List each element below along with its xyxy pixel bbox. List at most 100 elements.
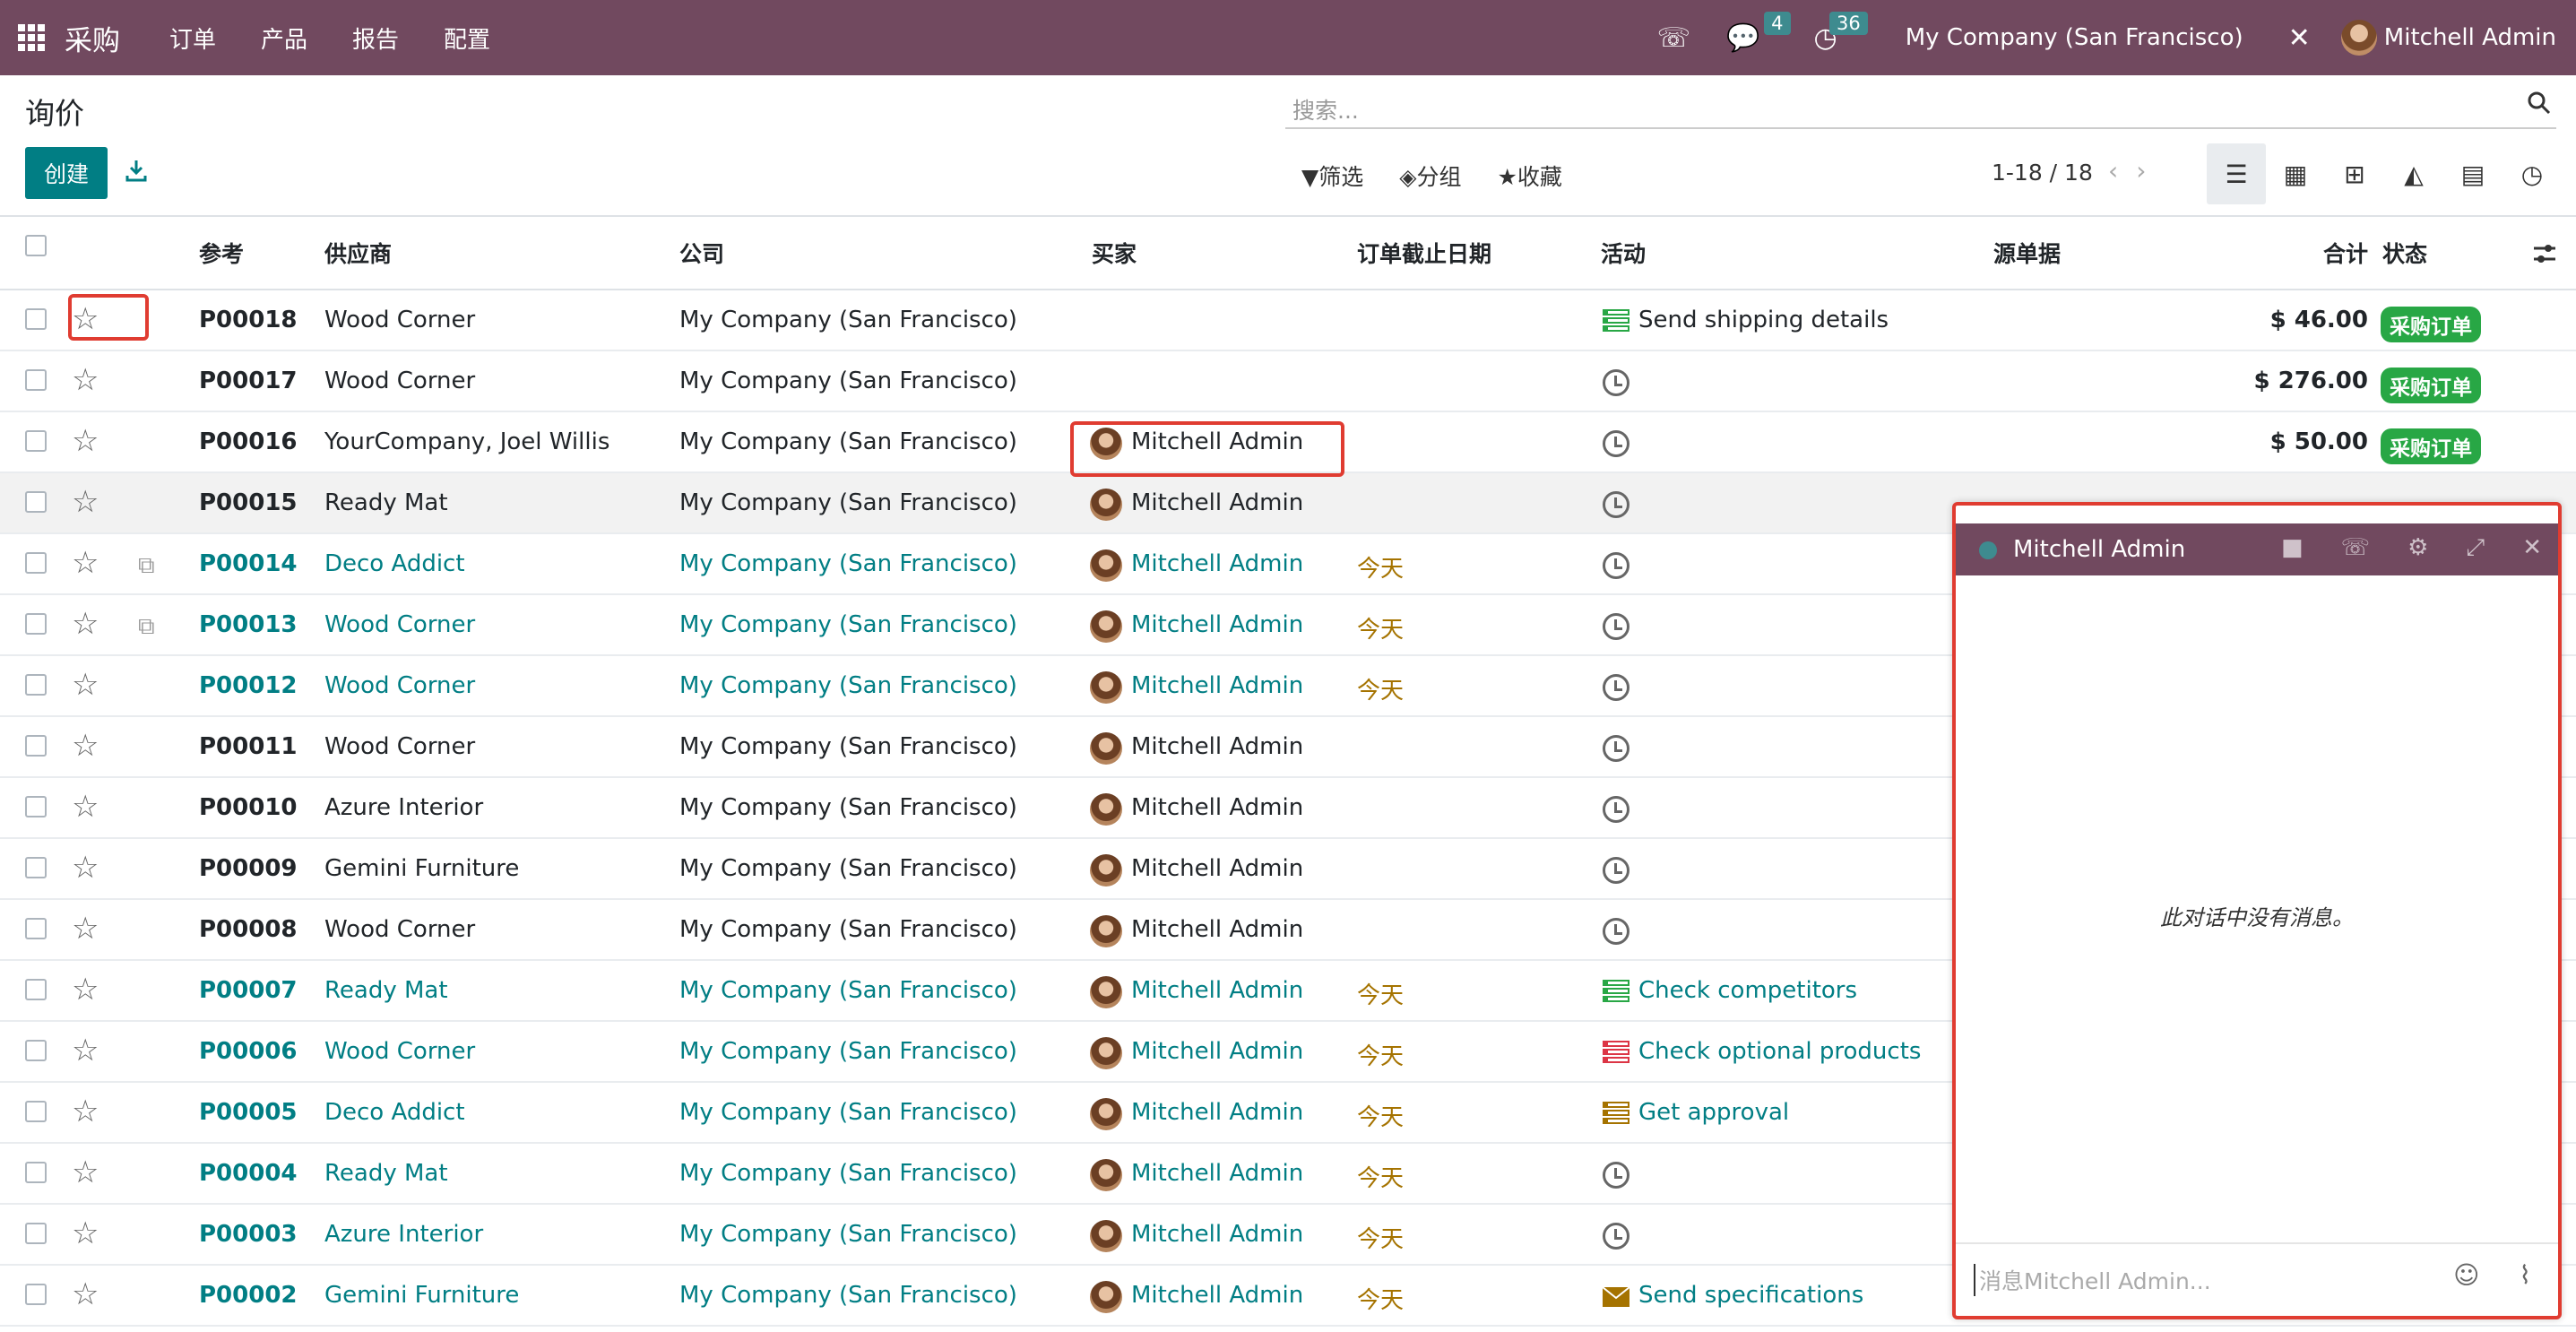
- menu-products[interactable]: 产品: [261, 22, 307, 55]
- favorites-button[interactable]: ★收藏: [1498, 160, 1562, 192]
- expand-icon[interactable]: ⤢: [2466, 534, 2485, 562]
- pager-value[interactable]: 1-18 / 18: [1992, 160, 2093, 186]
- create-button[interactable]: 创建: [25, 147, 108, 199]
- row-checkbox[interactable]: [25, 613, 47, 635]
- col-vendor[interactable]: 供应商: [324, 237, 392, 269]
- phone-icon[interactable]: ☏: [1657, 22, 1691, 54]
- chevron-left-icon[interactable]: ‹: [2108, 156, 2136, 186]
- user-menu[interactable]: Mitchell Admin: [2384, 24, 2556, 51]
- row-checkbox[interactable]: [25, 308, 47, 330]
- activity-cell[interactable]: Check optional products: [1638, 1038, 1921, 1065]
- chat-header[interactable]: Mitchell Admin ■ ☏ ⚙ ⤢ ✕: [1956, 523, 2558, 575]
- activity-cell[interactable]: Get approval: [1638, 1099, 1789, 1126]
- row-checkbox[interactable]: [25, 1040, 47, 1061]
- activity-view-icon[interactable]: ◷: [2503, 143, 2562, 204]
- activity-todo-icon[interactable]: [1601, 977, 1631, 1006]
- row-checkbox[interactable]: [25, 1284, 47, 1305]
- row-checkbox[interactable]: [25, 1101, 47, 1122]
- col-deadline[interactable]: 订单截止日期: [1357, 237, 1491, 269]
- kanban-view-icon[interactable]: ▦: [2266, 143, 2325, 204]
- col-company[interactable]: 公司: [679, 237, 724, 269]
- activity-cell[interactable]: Check competitors: [1638, 977, 1857, 1004]
- pivot-view-icon[interactable]: ⊞: [2325, 143, 2384, 204]
- clock-icon[interactable]: [1603, 369, 1629, 396]
- col-total[interactable]: 合计: [2323, 237, 2368, 269]
- clock-icon[interactable]: [1603, 552, 1629, 579]
- emoji-icon[interactable]: ☺: [2453, 1260, 2479, 1290]
- activity-todo-icon[interactable]: [1601, 1099, 1631, 1128]
- col-reference[interactable]: 参考: [199, 237, 244, 269]
- download-icon[interactable]: [124, 158, 149, 183]
- col-buyer[interactable]: 买家: [1092, 237, 1137, 269]
- clock-icon[interactable]: [1603, 1223, 1629, 1250]
- clock-icon[interactable]: [1603, 918, 1629, 945]
- activity-cell[interactable]: Send shipping details: [1638, 307, 1889, 333]
- priority-star-icon[interactable]: ☆: [72, 852, 99, 883]
- column-settings-icon[interactable]: [2531, 240, 2558, 267]
- clock-icon[interactable]: [1603, 491, 1629, 518]
- apps-grid-icon[interactable]: [18, 24, 45, 51]
- chevron-right-icon[interactable]: ›: [2136, 156, 2164, 186]
- chat-icon[interactable]: 💬 4: [1726, 11, 1791, 54]
- row-checkbox[interactable]: [25, 430, 47, 452]
- row-checkbox[interactable]: [25, 918, 47, 939]
- table-row[interactable]: ☆ P00018 Wood Corner My Company (San Franci…: [0, 290, 2576, 351]
- phone-icon[interactable]: ☏: [2341, 534, 2371, 562]
- table-row[interactable]: ☆ P00017 Wood Corner My Company (San Franci…: [0, 351, 2576, 412]
- close-icon[interactable]: ✕: [2522, 534, 2542, 562]
- priority-star-icon[interactable]: ☆: [72, 365, 99, 395]
- groupby-button[interactable]: ◈分组: [1399, 160, 1461, 192]
- search-input[interactable]: 搜索...: [1285, 86, 2556, 129]
- row-checkbox[interactable]: [25, 552, 47, 574]
- menu-reports[interactable]: 报告: [352, 22, 399, 55]
- row-checkbox[interactable]: [25, 979, 47, 1000]
- clock-icon[interactable]: [1603, 430, 1629, 457]
- priority-star-icon[interactable]: ☆: [72, 670, 99, 700]
- clock-icon[interactable]: [1603, 674, 1629, 701]
- video-camera-icon[interactable]: ■: [2281, 534, 2304, 562]
- filter-button[interactable]: ▼筛选: [1301, 160, 1363, 192]
- clock-icon[interactable]: [1603, 735, 1629, 762]
- clock-icon[interactable]: [1603, 796, 1629, 823]
- search-icon[interactable]: [2528, 91, 2551, 115]
- priority-star-icon[interactable]: ☆: [72, 548, 99, 578]
- chat-title[interactable]: Mitchell Admin: [2013, 536, 2185, 563]
- paperclip-icon[interactable]: ⌇: [2519, 1260, 2531, 1290]
- gear-icon[interactable]: ⚙: [2407, 534, 2428, 562]
- priority-star-icon[interactable]: ☆: [72, 974, 99, 1005]
- priority-star-icon[interactable]: ☆: [72, 1157, 99, 1188]
- row-checkbox[interactable]: [25, 1162, 47, 1183]
- priority-star-icon[interactable]: ☆: [72, 1279, 99, 1310]
- row-checkbox[interactable]: [25, 796, 47, 817]
- priority-star-icon[interactable]: ☆: [72, 731, 99, 761]
- clock-icon[interactable]: [1603, 857, 1629, 884]
- chat-message-input[interactable]: 消息Mitchell Admin...: [1974, 1264, 2440, 1296]
- priority-star-icon[interactable]: ☆: [72, 1218, 99, 1249]
- priority-star-icon[interactable]: ☆: [72, 791, 99, 822]
- activity-clock-icon[interactable]: ◷ 36: [1814, 11, 1868, 54]
- row-checkbox[interactable]: [25, 491, 47, 513]
- list-view-icon[interactable]: ☰: [2207, 143, 2266, 204]
- priority-star-icon[interactable]: ☆: [72, 609, 99, 639]
- clock-icon[interactable]: [1603, 613, 1629, 640]
- row-checkbox[interactable]: [25, 1223, 47, 1244]
- activity-cell[interactable]: Send specifications: [1638, 1282, 1863, 1309]
- col-activity[interactable]: 活动: [1601, 237, 1646, 269]
- activity-todo-icon[interactable]: [1601, 1038, 1631, 1067]
- clock-icon[interactable]: [1603, 1162, 1629, 1189]
- menu-orders[interactable]: 订单: [169, 22, 216, 55]
- priority-star-icon[interactable]: ☆: [72, 1096, 99, 1127]
- app-title[interactable]: 采购: [65, 18, 120, 58]
- envelope-icon[interactable]: [1601, 1282, 1631, 1310]
- priority-star-icon[interactable]: ☆: [72, 487, 99, 517]
- user-avatar[interactable]: [2340, 20, 2377, 56]
- select-all-checkbox[interactable]: [25, 235, 47, 256]
- priority-star-icon[interactable]: ☆: [72, 913, 99, 944]
- company-switcher[interactable]: My Company (San Francisco): [1906, 24, 2243, 51]
- row-checkbox[interactable]: [25, 735, 47, 757]
- tools-icon[interactable]: ✕: [2288, 22, 2311, 54]
- priority-star-icon[interactable]: ☆: [72, 1035, 99, 1066]
- menu-config[interactable]: 配置: [444, 22, 490, 55]
- row-checkbox[interactable]: [25, 674, 47, 696]
- col-source[interactable]: 源单据: [1993, 237, 2061, 269]
